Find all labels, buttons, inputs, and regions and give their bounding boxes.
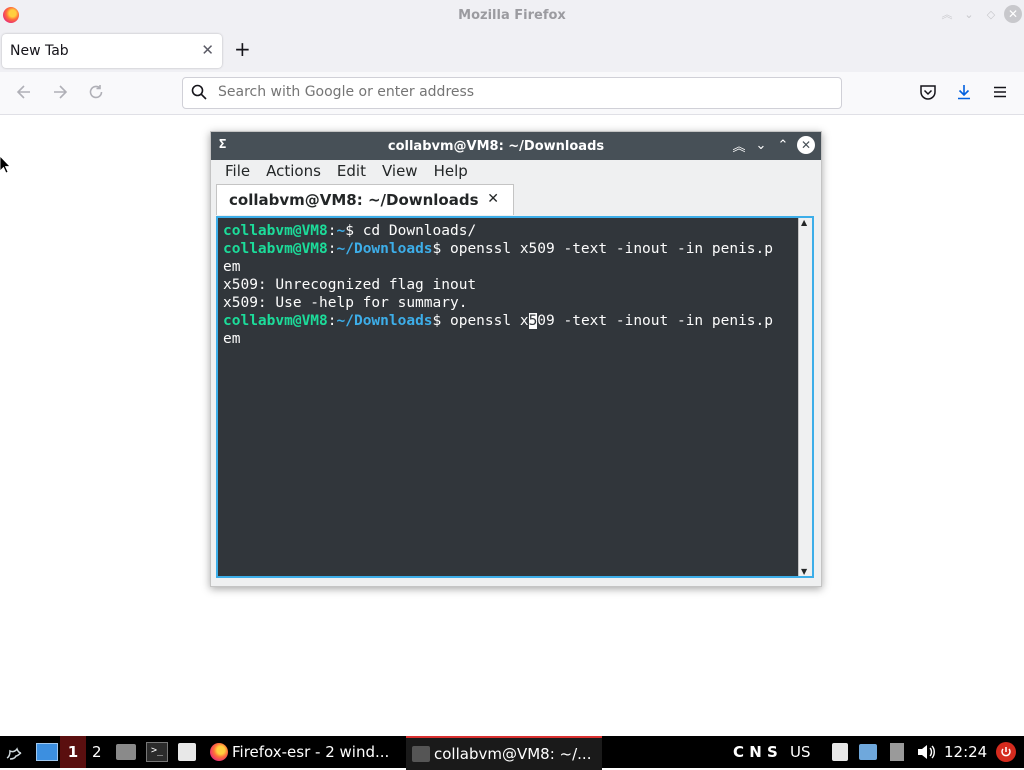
keep-above-icon[interactable]: ︽ (731, 136, 747, 155)
search-icon (191, 84, 207, 100)
firefox-tabbar: New Tab ✕ + (0, 30, 1024, 72)
taskbar-app-label: collabvm@VM8: ~/... (434, 745, 592, 763)
terminal-output[interactable]: collabvm@VM8:~$ cd Downloads/collabvm@VM… (216, 216, 814, 578)
terminal-icon (412, 746, 430, 762)
new-tab-button[interactable]: + (234, 39, 251, 59)
tab-label: New Tab (10, 43, 69, 59)
command-text: $ openssl x509 -text -inout -in penis.p (432, 241, 773, 257)
prompt-user: collabvm@VM8 (223, 241, 328, 257)
reload-icon[interactable] (87, 83, 105, 105)
terminal-launcher-icon[interactable]: >_ (146, 736, 168, 768)
close-tab-icon[interactable]: ✕ (487, 191, 499, 207)
prompt-colon: : (327, 241, 337, 257)
maximize-icon[interactable]: ◇ (982, 5, 1000, 23)
prompt-path: ~/Downloads (336, 241, 433, 257)
close-icon[interactable]: ✕ (797, 136, 815, 154)
terminal-line: x509: Unrecognized flag inout (223, 277, 477, 293)
power-icon[interactable] (996, 736, 1016, 768)
prompt-user: collabvm@VM8 (223, 223, 328, 239)
minimize-icon[interactable]: ⌄ (753, 136, 769, 154)
terminal-scrollbar[interactable]: ▲ ▼ (798, 218, 812, 576)
pocket-icon[interactable] (919, 83, 937, 105)
firefox-window-controls: ︽ ⌄ ◇ ✕ (938, 5, 1022, 23)
terminal-line: collabvm@VM8:~$ cd Downloads/ (223, 222, 798, 240)
volume-icon[interactable] (916, 736, 936, 768)
back-icon[interactable] (15, 83, 33, 105)
url-bar[interactable] (182, 77, 842, 109)
terminal-tab-label: collabvm@VM8: ~/Downloads (229, 191, 479, 209)
prompt-user: collabvm@VM8 (223, 313, 328, 329)
text-editor-icon[interactable] (178, 736, 196, 768)
prompt-colon: : (327, 223, 337, 239)
taskbar-app-terminal[interactable]: collabvm@VM8: ~/... (406, 736, 602, 770)
terminal-text: collabvm@VM8:~$ cd Downloads/collabvm@VM… (223, 222, 798, 348)
text-cursor: 5 (528, 313, 538, 329)
terminal-window-title: collabvm@VM8: ~/Downloads (387, 139, 605, 154)
menu-icon[interactable] (991, 83, 1009, 105)
menu-actions[interactable]: Actions (258, 160, 329, 184)
forward-icon[interactable] (51, 83, 69, 105)
prompt-path: ~/Downloads (336, 313, 433, 329)
taskbar-app-label: Firefox-esr - 2 wind... (232, 743, 390, 761)
clipboard-icon[interactable] (832, 736, 848, 768)
terminal-tabbar: collabvm@VM8: ~/Downloads ✕ (211, 184, 821, 216)
terminal-line: x509: Use -help for summary. (223, 295, 468, 311)
firefox-icon (210, 743, 228, 761)
terminal-line: em (223, 331, 241, 347)
taskbar-app-firefox[interactable]: Firefox-esr - 2 wind... (210, 736, 406, 768)
terminal-window-controls: ︽ ⌄ ⌃ ✕ (731, 136, 815, 155)
keep-above-icon[interactable]: ︽ (938, 5, 956, 23)
taskbar: 1 2 >_ Firefox-esr - 2 wind... collabvm@… (0, 736, 1024, 770)
search-input[interactable] (216, 83, 820, 101)
workspace-2-button[interactable]: 2 (92, 736, 102, 768)
scroll-up-icon[interactable]: ▲ (801, 218, 807, 227)
terminal-window: Σ collabvm@VM8: ~/Downloads ︽ ⌄ ⌃ ✕ File… (210, 131, 822, 587)
clock[interactable]: 12:24 (944, 736, 987, 768)
prompt-colon: : (327, 313, 337, 329)
firefox-navbar (0, 72, 1024, 115)
maximize-icon[interactable]: ⌃ (775, 136, 791, 154)
show-desktop-icon[interactable] (36, 736, 58, 768)
firefox-window-title: Mozilla Firefox (458, 8, 566, 23)
scroll-down-icon[interactable]: ▼ (801, 567, 807, 576)
menu-file[interactable]: File (217, 160, 258, 184)
downloads-icon[interactable] (955, 83, 973, 105)
network-icon[interactable] (890, 736, 904, 768)
minimize-icon[interactable]: ⌄ (960, 5, 978, 23)
notifications-icon[interactable] (859, 736, 877, 768)
terminal-titlebar[interactable]: Σ collabvm@VM8: ~/Downloads ︽ ⌄ ⌃ ✕ (211, 132, 821, 160)
close-tab-icon[interactable]: ✕ (201, 41, 214, 59)
start-menu-icon[interactable] (4, 736, 24, 768)
terminal-line: em (223, 259, 241, 275)
file-manager-icon[interactable] (116, 736, 136, 768)
terminal-line: collabvm@VM8:~/Downloads$ openssl x509 -… (223, 240, 798, 258)
terminal-line: collabvm@VM8:~/Downloads$ openssl x509 -… (223, 312, 798, 330)
command-text: $ openssl x (432, 313, 529, 329)
command-text: 09 -text -inout -in penis.p (537, 313, 773, 329)
menu-help[interactable]: Help (426, 160, 476, 184)
command-text: $ cd Downloads/ (345, 223, 477, 239)
terminal-menubar: File Actions Edit View Help (211, 160, 827, 184)
mouse-pointer-icon (0, 156, 10, 174)
keyboard-layout[interactable]: US (790, 736, 811, 768)
workspace-1-button[interactable]: 1 (60, 736, 86, 768)
close-window-icon[interactable]: ✕ (1004, 5, 1022, 23)
tab-new-tab[interactable]: New Tab ✕ (2, 34, 222, 68)
menu-view[interactable]: View (374, 160, 426, 184)
lock-indicators: C N S (733, 736, 778, 768)
menu-edit[interactable]: Edit (329, 160, 374, 184)
terminal-tab[interactable]: collabvm@VM8: ~/Downloads ✕ (216, 184, 514, 215)
prompt-path: ~ (336, 223, 346, 239)
firefox-titlebar: Mozilla Firefox ︽ ⌄ ◇ ✕ (0, 0, 1024, 30)
lock-indicators-text: C N S (733, 743, 778, 761)
